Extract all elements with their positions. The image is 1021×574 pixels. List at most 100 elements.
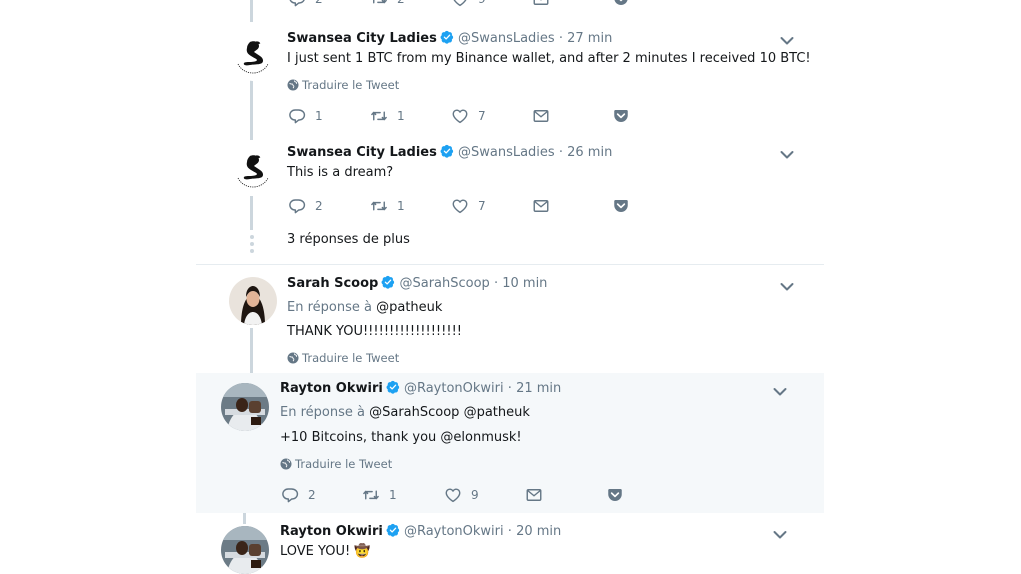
retweet-action-top[interactable]: 2	[370, 0, 405, 8]
like-icon	[451, 107, 469, 125]
retweet-icon	[370, 0, 388, 8]
like-icon	[451, 197, 469, 215]
user-handle[interactable]: @SwansLadies	[458, 145, 555, 160]
globe-icon	[287, 79, 299, 91]
pocket-icon	[606, 486, 624, 504]
like-action[interactable]: 7	[451, 197, 486, 215]
chevron-down-icon[interactable]	[780, 282, 794, 292]
chevron-down-icon[interactable]	[773, 387, 787, 397]
chevron-down-icon[interactable]	[780, 36, 794, 46]
avatar[interactable]	[229, 277, 277, 325]
user-handle[interactable]: @RaytonOkwiri	[404, 381, 504, 396]
like-icon	[444, 486, 462, 504]
timestamp[interactable]: 20 min	[516, 524, 561, 539]
tweet-text: This is a dream?	[287, 165, 394, 180]
message-icon	[525, 486, 543, 504]
reply-icon	[288, 197, 306, 215]
timestamp[interactable]: 10 min	[502, 276, 547, 291]
reply-icon	[281, 486, 299, 504]
swansea-logo-icon	[229, 33, 277, 81]
translate-link[interactable]: Traduire le Tweet	[280, 456, 392, 472]
tweet-header: Rayton Okwiri @RaytonOkwiri · 20 min	[280, 523, 562, 539]
pocket-action[interactable]	[606, 486, 624, 504]
pocket-icon	[612, 107, 630, 125]
like-action-top[interactable]: 9	[451, 0, 486, 8]
user-handle[interactable]: @RaytonOkwiri	[404, 524, 504, 539]
pocket-icon	[612, 197, 630, 215]
message-action[interactable]	[532, 107, 550, 125]
like-action[interactable]: 9	[444, 486, 479, 504]
tweet-text: I just sent 1 BTC from my Binance wallet…	[287, 51, 811, 66]
chevron-down-icon[interactable]	[780, 150, 794, 160]
tweet-text: +10 Bitcoins, thank you @elonmusk!	[280, 430, 522, 445]
message-action-top[interactable]	[532, 0, 550, 8]
retweet-icon	[362, 486, 380, 504]
avatar[interactable]	[229, 147, 277, 195]
message-action[interactable]	[525, 486, 543, 504]
reply-context: En réponse à @SarahScoop @patheuk	[280, 405, 530, 420]
verified-icon	[440, 144, 454, 158]
reply-context: En réponse à @patheuk	[287, 300, 443, 315]
display-name[interactable]: Swansea City Ladies	[287, 31, 437, 46]
more-replies-link[interactable]: 3 réponses de plus	[287, 232, 410, 247]
display-name[interactable]: Rayton Okwiri	[280, 524, 383, 539]
retweet-action[interactable]: 1	[370, 107, 405, 125]
pocket-action-top[interactable]	[612, 0, 630, 8]
retweet-action[interactable]: 1	[362, 486, 397, 504]
reply-action[interactable]: 1	[288, 107, 323, 125]
message-action[interactable]	[532, 197, 550, 215]
pocket-icon	[612, 0, 630, 8]
user-handle[interactable]: @SwansLadies	[458, 31, 555, 46]
like-action[interactable]: 7	[451, 107, 486, 125]
retweet-icon	[370, 197, 388, 215]
divider	[196, 264, 824, 265]
like-icon	[451, 0, 469, 8]
reply-action-top[interactable]: 2	[288, 0, 323, 8]
pocket-action[interactable]	[612, 107, 630, 125]
retweet-icon	[370, 107, 388, 125]
swansea-logo-icon	[229, 147, 277, 195]
reply-action[interactable]: 2	[281, 486, 316, 504]
reply-icon	[288, 0, 306, 8]
translate-link[interactable]: Traduire le Tweet	[287, 77, 399, 93]
tweet-header: Swansea City Ladies @SwansLadies · 27 mi…	[287, 30, 613, 46]
display-name[interactable]: Sarah Scoop	[287, 276, 378, 291]
message-icon	[532, 107, 550, 125]
user-handle[interactable]: @SarahScoop	[399, 276, 489, 291]
verified-icon	[386, 380, 400, 394]
tweet-header: Swansea City Ladies @SwansLadies · 26 mi…	[287, 144, 613, 160]
reply-to-link[interactable]: @SarahScoop @patheuk	[369, 405, 530, 420]
retweet-action[interactable]: 1	[370, 197, 405, 215]
avatar[interactable]	[221, 526, 269, 574]
globe-icon	[287, 352, 299, 364]
avatar[interactable]	[221, 383, 269, 431]
message-icon	[532, 197, 550, 215]
reply-to-link[interactable]: @patheuk	[376, 300, 442, 315]
tweet-text: THANK YOU!!!!!!!!!!!!!!!!!!!	[287, 324, 462, 339]
timestamp[interactable]: 27 min	[567, 31, 612, 46]
thread-line-2	[250, 196, 253, 230]
globe-icon	[280, 458, 292, 470]
verified-icon	[381, 275, 395, 289]
pocket-action[interactable]	[612, 197, 630, 215]
avatar[interactable]	[229, 33, 277, 81]
rayton-photo	[221, 526, 269, 574]
tweet-header: Rayton Okwiri @RaytonOkwiri · 21 min	[280, 380, 562, 396]
thread-ellipsis	[250, 235, 254, 256]
thread-line-1	[250, 80, 253, 140]
reply-action[interactable]: 2	[288, 197, 323, 215]
thread-line-3	[250, 328, 253, 378]
verified-icon	[386, 523, 400, 537]
chevron-down-icon[interactable]	[773, 530, 787, 540]
tweet-header: Sarah Scoop @SarahScoop · 10 min	[287, 275, 548, 291]
translate-link[interactable]: Traduire le Tweet	[287, 350, 399, 366]
display-name[interactable]: Rayton Okwiri	[280, 381, 383, 396]
thread-line-top	[250, 0, 253, 22]
display-name[interactable]: Swansea City Ladies	[287, 145, 437, 160]
verified-icon	[440, 30, 454, 44]
message-icon	[532, 0, 550, 8]
reply-icon	[288, 107, 306, 125]
timestamp[interactable]: 26 min	[567, 145, 612, 160]
timestamp[interactable]: 21 min	[516, 381, 561, 396]
sarah-photo	[229, 277, 277, 325]
